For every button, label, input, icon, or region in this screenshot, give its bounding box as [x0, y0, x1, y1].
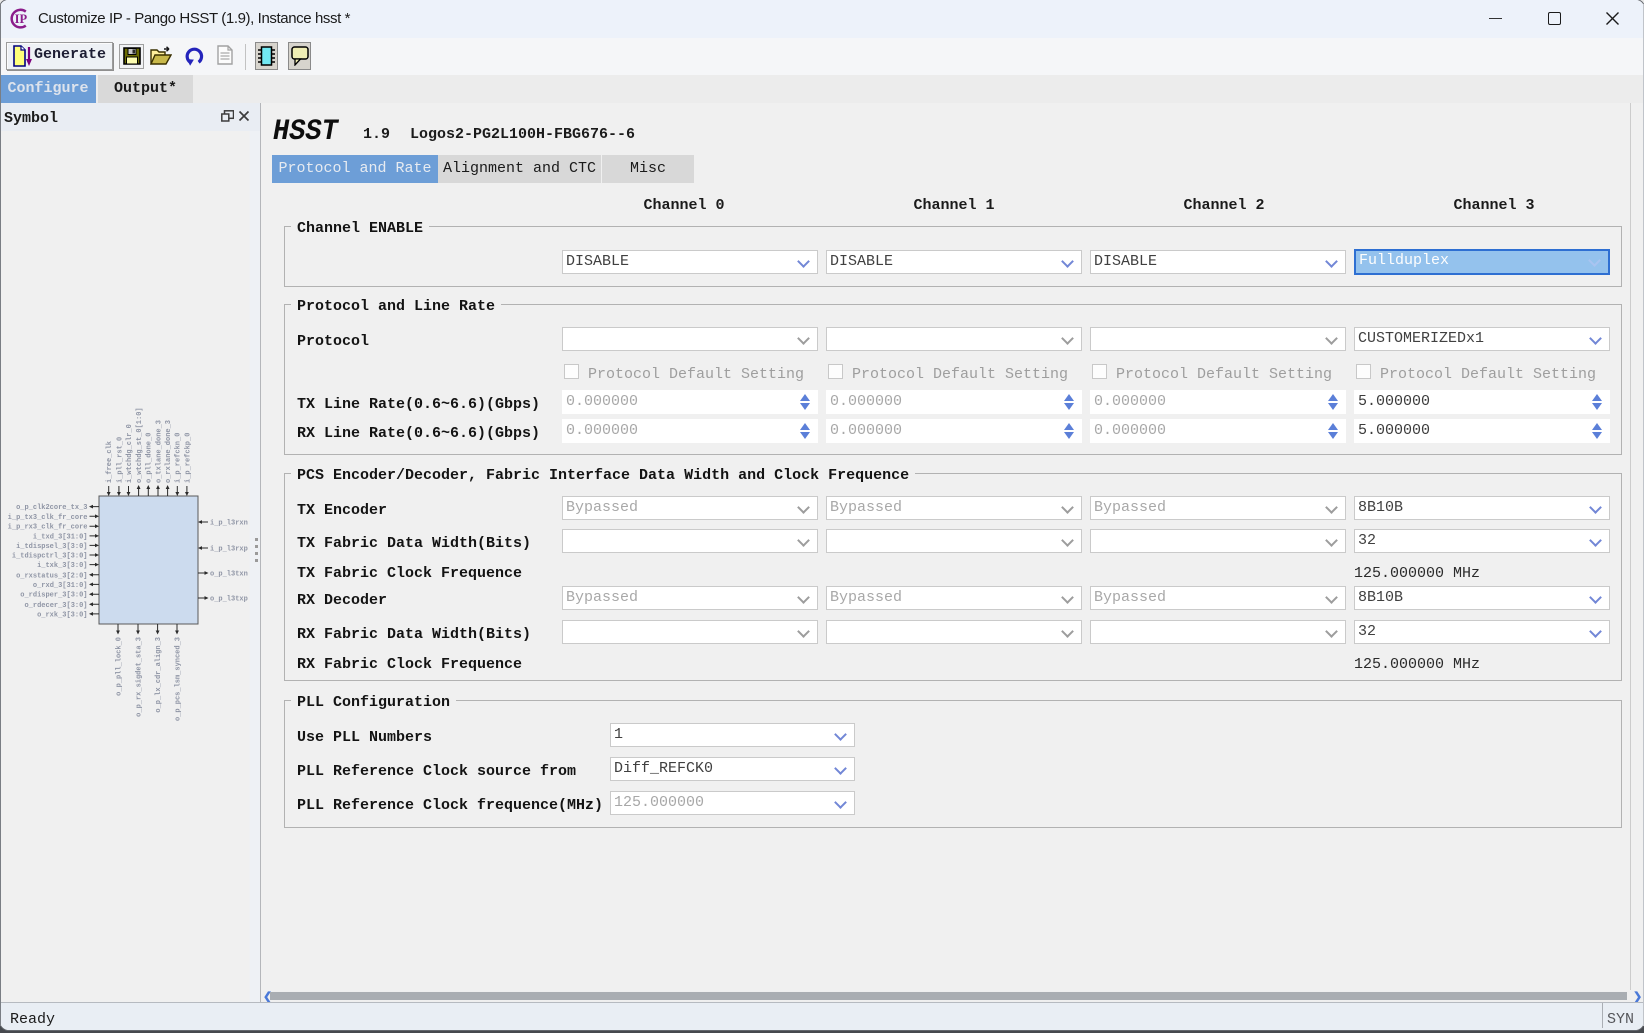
svg-text:i_tdispsel_3[3:0]: i_tdispsel_3[3:0] [16, 543, 87, 551]
svg-text:i_wtchdg_clr_0: i_wtchdg_clr_0 [126, 424, 134, 483]
svg-text:o_rdecer_3[3:0]: o_rdecer_3[3:0] [24, 602, 87, 610]
svg-text:i_p_l3rxp: i_p_l3rxp [210, 546, 248, 554]
svg-text:i_p_rx3_clk_fr_core: i_p_rx3_clk_fr_core [8, 524, 88, 532]
svg-text:i_pll_rst_0: i_pll_rst_0 [116, 437, 124, 483]
svg-text:o_p_rx_sigdet_sta_3: o_p_rx_sigdet_sta_3 [135, 637, 143, 717]
svg-text:o_wtchdg_st_0[1:0]: o_wtchdg_st_0[1:0] [136, 407, 144, 483]
svg-text:i_p_tx3_clk_fr_core: i_p_tx3_clk_fr_core [8, 514, 88, 522]
svg-text:o_p_clk2core_tx_3: o_p_clk2core_tx_3 [16, 504, 87, 512]
svg-text:o_p_l3txn: o_p_l3txn [210, 571, 248, 579]
svg-text:i_p_l3rxn: i_p_l3rxn [210, 520, 248, 528]
svg-text:o_p_pcs_lsm_synced_3: o_p_pcs_lsm_synced_3 [174, 637, 182, 721]
svg-text:i_free_clk: i_free_clk [106, 441, 114, 483]
svg-text:o_rxstatus_3[2:0]: o_rxstatus_3[2:0] [16, 572, 87, 580]
svg-text:o_rxd_3[31:0]: o_rxd_3[31:0] [33, 582, 88, 590]
svg-text:o_rxlane_done_3: o_rxlane_done_3 [165, 420, 173, 483]
svg-text:i_tdispctrl_3[3:0]: i_tdispctrl_3[3:0] [12, 553, 88, 561]
svg-text:o_p_lx_cdr_align_3: o_p_lx_cdr_align_3 [155, 637, 163, 713]
svg-text:i_txd_3[31:0]: i_txd_3[31:0] [33, 533, 88, 541]
svg-text:o_rdisper_3[3:0]: o_rdisper_3[3:0] [20, 592, 87, 600]
svg-text:i_p_refckn_0: i_p_refckn_0 [175, 433, 183, 483]
svg-text:o_rxk_3[3:0]: o_rxk_3[3:0] [37, 611, 87, 619]
svg-text:IP: IP [15, 12, 28, 26]
svg-text:i_txk_3[3:0]: i_txk_3[3:0] [37, 562, 87, 570]
svg-text:o_p_l3txp: o_p_l3txp [210, 596, 248, 604]
svg-text:i_p_refckp_0: i_p_refckp_0 [184, 433, 192, 483]
svg-text:o_txlane_done_3: o_txlane_done_3 [155, 420, 163, 483]
svg-text:o_pll_done_0: o_pll_done_0 [146, 433, 154, 483]
svg-text:o_p_pll_lock_0: o_p_pll_lock_0 [115, 637, 123, 696]
